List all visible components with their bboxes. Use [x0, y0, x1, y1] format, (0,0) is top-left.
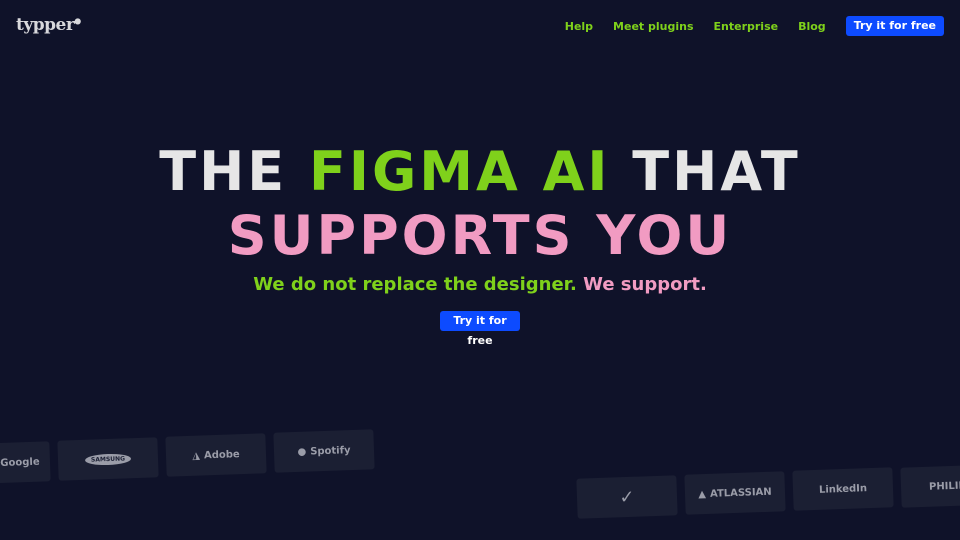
- adobe-icon: ◮: [192, 450, 201, 462]
- hero-title-line2: SUPPORTS YOU: [227, 204, 733, 267]
- logo-card-atlassian: ▲ ATLASSIAN: [684, 471, 786, 515]
- top-nav: Help Meet plugins Enterprise Blog Try it…: [565, 16, 944, 36]
- nike-swoosh-icon: ✓: [619, 486, 635, 508]
- logo[interactable]: typper●: [16, 15, 81, 35]
- header-try-free-button[interactable]: Try it for free: [845, 16, 944, 36]
- hero-subtitle: We do not replace the designer. We suppo…: [253, 274, 707, 295]
- nav-enterprise[interactable]: Enterprise: [714, 20, 779, 33]
- hero-try-free-button[interactable]: Try it for free: [440, 311, 520, 347]
- nav-meet-plugins[interactable]: Meet plugins: [613, 20, 693, 33]
- logo-card-samsung: SAMSUNG: [57, 437, 159, 481]
- logo-card-adobe: ◮ Adobe: [165, 433, 267, 477]
- atlassian-icon: ▲: [698, 488, 707, 500]
- logo-card-philips: PHILIPS: [900, 464, 960, 508]
- hero-title-line1: THE FIGMA AI THAT: [159, 140, 801, 203]
- logo-card-nike: ✓: [576, 475, 678, 519]
- logo-card-google: Google: [0, 441, 51, 485]
- logo-card-spotify: ● Spotify: [273, 429, 375, 473]
- nav-blog[interactable]: Blog: [798, 20, 826, 33]
- logo-card-linkedin: LinkedIn: [792, 467, 894, 511]
- nav-help[interactable]: Help: [565, 20, 593, 33]
- spotify-icon: ●: [297, 446, 307, 458]
